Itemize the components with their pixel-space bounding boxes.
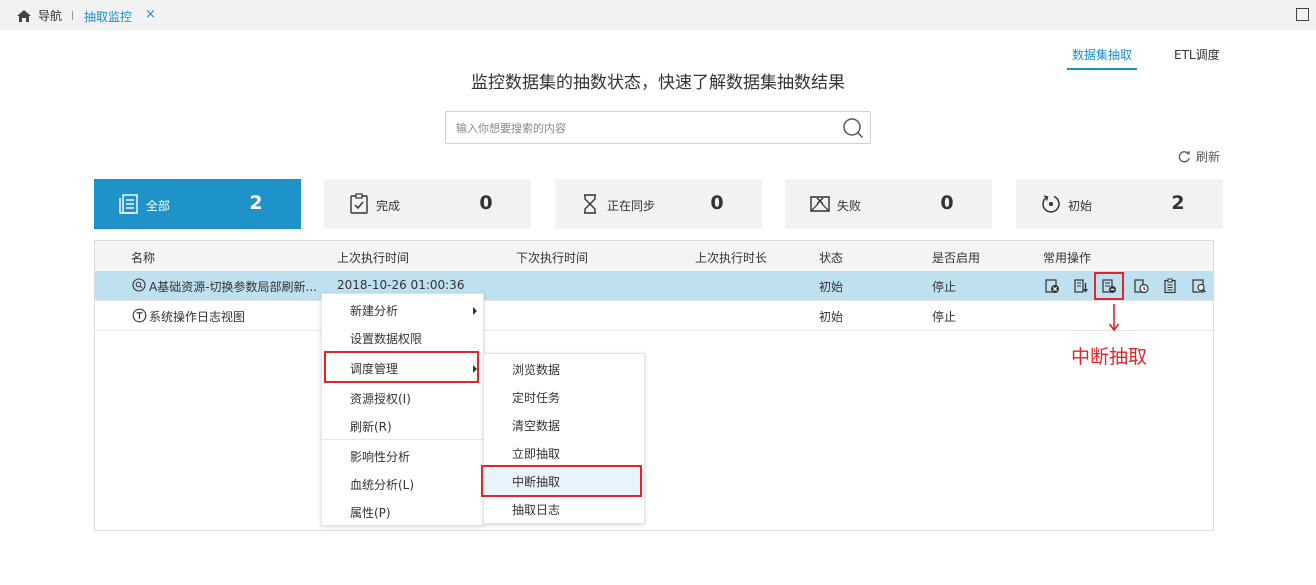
row-name: 系统操作日志视图 — [149, 310, 246, 324]
status-card-count: 2 — [249, 192, 263, 214]
refresh-button[interactable]: 刷新 — [1178, 148, 1220, 165]
maximize-icon[interactable] — [1296, 8, 1309, 21]
status-card-label: 全部 — [146, 199, 171, 213]
menu-item-resource-authorize[interactable]: 资源授权(I) — [322, 385, 483, 413]
annotation-arrow-icon — [1108, 304, 1120, 332]
timed-task-icon[interactable] — [1132, 277, 1150, 295]
home-icon — [17, 9, 31, 22]
extract-log-icon[interactable] — [1161, 277, 1179, 295]
dataset-search-icon — [132, 278, 146, 292]
search-icon[interactable] — [842, 117, 864, 139]
row-status: 初始 — [819, 280, 844, 294]
menu-item-label: 新建分析 — [350, 304, 399, 318]
view-t-icon — [132, 308, 147, 323]
submenu-item-timed-task[interactable]: 定时任务 — [484, 384, 644, 412]
status-card-done[interactable]: 完成 0 — [324, 179, 531, 229]
status-card-count: 0 — [710, 192, 724, 214]
list-icon — [119, 194, 138, 214]
menu-item-label: 设置数据权限 — [350, 332, 423, 346]
status-card-all[interactable]: 全部 2 — [94, 179, 301, 229]
column-header-duration: 上次执行时长 — [695, 251, 768, 265]
status-card-initial[interactable]: 初始 2 — [1016, 179, 1223, 229]
submenu-item-browse-data[interactable]: 浏览数据 — [484, 356, 644, 384]
status-card-failed[interactable]: 失败 0 — [785, 179, 992, 229]
browse-data-icon[interactable] — [1190, 277, 1208, 295]
menu-item-label: 属性(P) — [350, 506, 391, 520]
annotation-label: 中断抽取 — [1071, 346, 1148, 368]
menu-item-label: 血统分析(L) — [350, 478, 415, 492]
menu-item-label: 资源授权(I) — [350, 392, 411, 406]
status-card-count: 0 — [479, 192, 493, 214]
menu-item-impact-analysis[interactable]: 影响性分析 — [322, 443, 483, 471]
home-nav[interactable]: 导航 — [16, 7, 62, 24]
status-card-label: 失败 — [837, 199, 862, 213]
menu-item-data-permission[interactable]: 设置数据权限 — [322, 325, 483, 353]
context-menu: 新建分析 设置数据权限 调度管理 资源授权(I) 刷新(R) 影响性分析 血统分… — [321, 293, 484, 526]
column-header-status: 状态 — [819, 251, 844, 265]
tab-close-icon[interactable]: × — [145, 7, 156, 22]
failed-envelope-icon — [810, 196, 830, 212]
column-header-operations: 常用操作 — [1043, 251, 1092, 265]
tab-dataset-extract[interactable]: 数据集抽取 — [1072, 46, 1132, 63]
check-clipboard-icon — [350, 193, 368, 214]
tab-etl-schedule[interactable]: ETL调度 — [1174, 46, 1220, 63]
clear-data-icon[interactable] — [1043, 277, 1061, 295]
table-row[interactable]: 系统操作日志视图 初始 停止 — [95, 301, 1213, 331]
menu-divider — [322, 439, 483, 440]
hourglass-icon — [584, 194, 596, 214]
column-header-next-run: 下次执行时间 — [516, 251, 589, 265]
menu-item-label: 影响性分析 — [350, 450, 411, 464]
status-card-label: 正在同步 — [607, 199, 656, 213]
interrupt-extract-icon[interactable] — [1094, 272, 1124, 300]
home-label: 导航 — [38, 9, 63, 23]
row-enabled: 停止 — [932, 280, 957, 294]
status-card-count: 2 — [1171, 192, 1185, 214]
extract-table: 名称 上次执行时间 下次执行时间 上次执行时长 状态 是否启用 常用操作 A基础… — [94, 240, 1214, 531]
row-name: A基础资源-切换参数局部刷新... — [149, 280, 317, 294]
table-header: 名称 上次执行时间 下次执行时间 上次执行时长 状态 是否启用 常用操作 — [95, 241, 1213, 271]
status-card-syncing[interactable]: 正在同步 0 — [555, 179, 762, 229]
menu-item-label: 刷新(R) — [350, 420, 392, 434]
tab-extract-monitor[interactable]: 抽取监控 — [84, 8, 132, 25]
extract-now-icon[interactable] — [1072, 277, 1090, 295]
row-enabled: 停止 — [932, 310, 957, 324]
submenu-item-extract-now[interactable]: 立即抽取 — [484, 440, 644, 468]
submenu-arrow-icon — [473, 307, 477, 315]
column-header-last-run: 上次执行时间 — [337, 251, 410, 265]
refresh-icon — [1178, 151, 1190, 163]
menu-item-properties[interactable]: 属性(P) — [322, 499, 483, 527]
highlight-interrupt-extract — [481, 465, 642, 497]
row-status: 初始 — [819, 310, 844, 324]
status-card-label: 完成 — [376, 199, 401, 213]
column-header-enabled: 是否启用 — [932, 251, 981, 265]
menu-item-refresh[interactable]: 刷新(R) — [322, 413, 483, 441]
submenu-item-clear-data[interactable]: 清空数据 — [484, 412, 644, 440]
search-box — [445, 111, 871, 144]
highlight-schedule-management — [324, 351, 479, 383]
refresh-label: 刷新 — [1196, 150, 1221, 164]
submenu-item-extract-log[interactable]: 抽取日志 — [484, 496, 644, 524]
search-input[interactable] — [456, 119, 826, 137]
page-title: 监控数据集的抽数状态，快速了解数据集抽数结果 — [471, 73, 845, 93]
menu-item-lineage-analysis[interactable]: 血统分析(L) — [322, 471, 483, 499]
reset-circle-icon — [1042, 195, 1060, 213]
top-bar: 导航 抽取监控 × — [0, 0, 1316, 30]
table-row[interactable]: A基础资源-切换参数局部刷新... 2018-10-26 01:00:36 初始… — [95, 271, 1213, 301]
schedule-submenu: 浏览数据 定时任务 清空数据 立即抽取 中断抽取 抽取日志 — [483, 353, 645, 524]
status-card-label: 初始 — [1068, 199, 1093, 213]
status-card-count: 0 — [940, 192, 954, 214]
menu-item-new-analysis[interactable]: 新建分析 — [322, 297, 483, 325]
column-header-name: 名称 — [131, 251, 156, 265]
breadcrumb-separator — [72, 11, 73, 20]
row-last-run: 2018-10-26 01:00:36 — [337, 278, 465, 292]
